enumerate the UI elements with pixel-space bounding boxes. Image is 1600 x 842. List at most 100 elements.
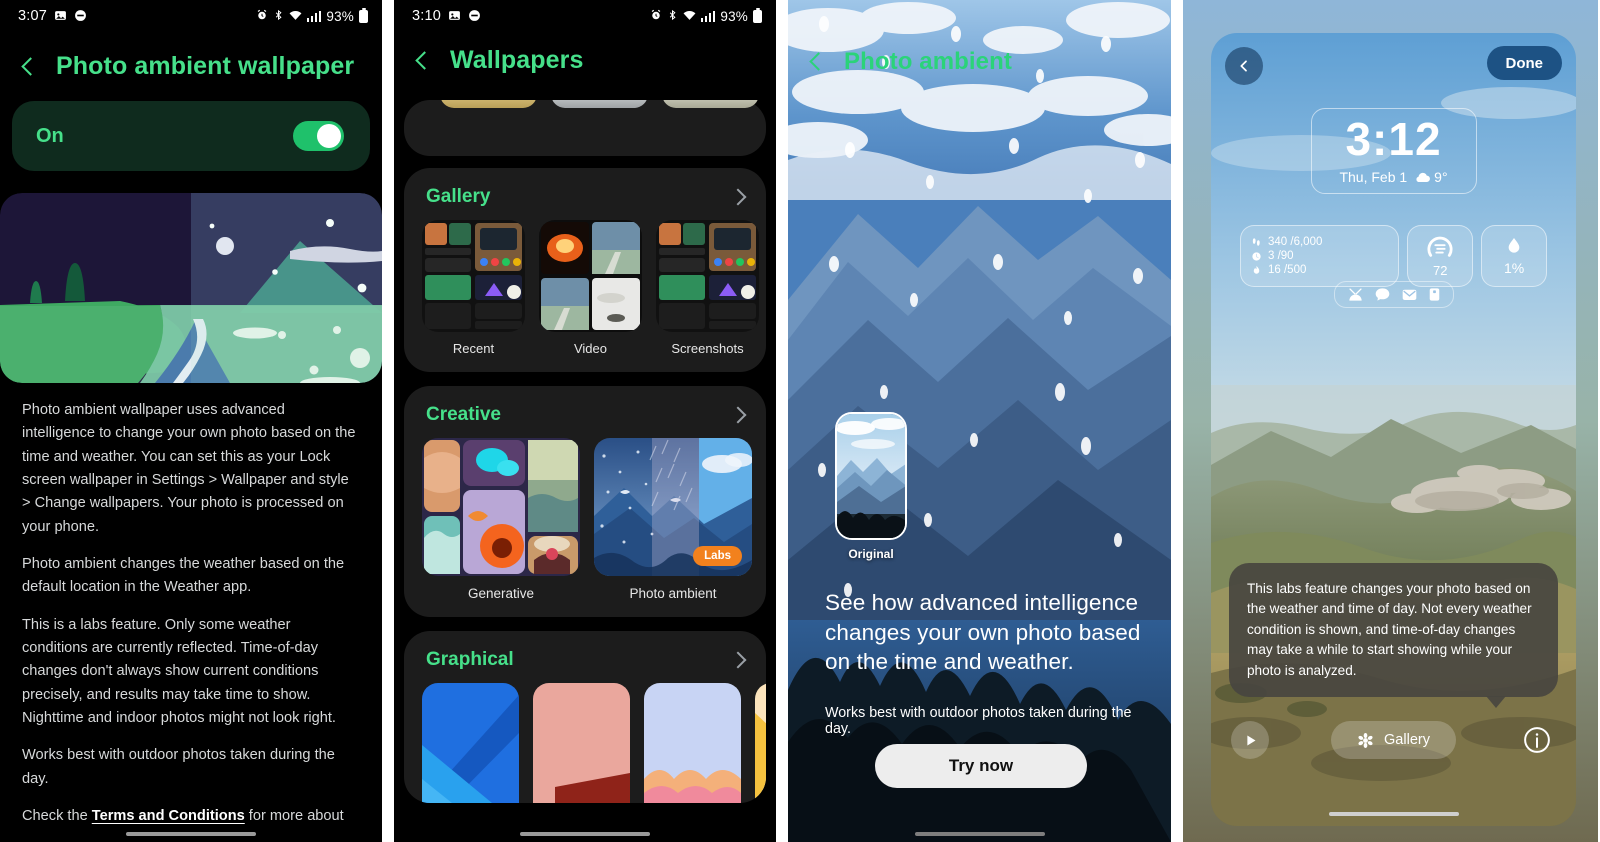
thumbnail (656, 220, 759, 332)
status-bar-left: 3:07 (18, 8, 87, 24)
panel-divider-1 (382, 0, 394, 842)
photo-ambient-toggle-row[interactable]: On (12, 101, 370, 171)
back-button[interactable] (1225, 47, 1263, 85)
clock-widget[interactable]: 3:12 Thu, Feb 1 9° (1310, 108, 1477, 194)
nav-gesture-bar-4 (1211, 811, 1576, 816)
thumbnail-art (644, 683, 741, 803)
image-icon (448, 9, 461, 24)
screenshot-stage: 3:07 93% Photo ambient wallpaper On Phot… (0, 0, 1600, 842)
gallery-thumb-row[interactable]: Recent Video Screenshots (404, 220, 766, 372)
graphical-item[interactable] (644, 683, 741, 803)
chat-icon[interactable] (1374, 287, 1391, 302)
section-title: Gallery (426, 186, 491, 207)
gallery-button[interactable]: Gallery (1331, 721, 1456, 759)
back-icon[interactable] (18, 56, 40, 78)
section-gallery-header[interactable]: Gallery (404, 168, 766, 220)
battery-percent: 93% (326, 8, 354, 24)
original-label: Original (848, 547, 894, 561)
info-button[interactable] (1518, 721, 1556, 759)
creative-thumb-row[interactable]: Generative Labs Photo ambient (404, 438, 766, 617)
mail-icon[interactable] (1401, 287, 1418, 302)
lockscreen-widget-row: 340 /6,000 3 /90 16 /500 72 1% (1240, 225, 1547, 287)
humidity-value: 1% (1503, 260, 1525, 276)
section-graphical-header[interactable]: Graphical (404, 631, 766, 683)
creative-item-photo-ambient[interactable]: Labs Photo ambient (594, 438, 752, 601)
promo-subtext: Works best with outdoor photos taken dur… (825, 705, 1132, 738)
done-button[interactable]: Done (1486, 46, 1562, 80)
nav-pill[interactable] (126, 831, 256, 836)
back-icon[interactable] (806, 51, 828, 73)
status-time: 3:07 (18, 8, 48, 24)
fitness-value: 3 /90 (1268, 250, 1294, 262)
panel-divider-3 (1171, 0, 1183, 842)
wifi-icon (683, 10, 696, 23)
section-creative-header[interactable]: Creative (404, 386, 766, 438)
bluetooth-icon (667, 9, 678, 23)
original-thumbnail (835, 412, 907, 540)
play-icon (1246, 735, 1255, 745)
photo-ambient-switch[interactable] (293, 121, 344, 151)
panel-photo-ambient-settings: 3:07 93% Photo ambient wallpaper On Phot… (0, 0, 382, 842)
chevron-left-icon (1240, 60, 1247, 72)
air-quality-value: 72 (1433, 263, 1448, 278)
creative-item-generative[interactable]: Generative (422, 438, 580, 601)
scrolled-section-peek (394, 94, 776, 170)
status-bar: 3:07 93% (0, 0, 382, 32)
page-title: Photo ambient (844, 48, 1012, 75)
panel-divider-2 (776, 0, 788, 842)
wallpaper-preview-illustration (0, 193, 382, 383)
gallery-item-screenshots[interactable]: Screenshots (656, 220, 759, 356)
creative-item-label: Photo ambient (629, 586, 717, 601)
thumbnail (422, 220, 525, 332)
wifi-icon (289, 10, 302, 23)
graphical-item[interactable] (533, 683, 630, 803)
graphical-thumb-row[interactable] (404, 683, 766, 803)
play-button[interactable] (1231, 721, 1269, 759)
phone-icon[interactable] (1428, 287, 1441, 302)
graphical-item[interactable] (755, 683, 766, 803)
calories-icon (1253, 265, 1260, 274)
status-bar-left: 3:10 (412, 8, 481, 24)
panel2-bottom-mask (394, 816, 776, 842)
dnd-icon (468, 9, 481, 24)
fitness-value: 16 /500 (1268, 264, 1307, 276)
thumbnail-art (755, 683, 766, 803)
clock-date: Thu, Feb 1 (1339, 169, 1408, 185)
try-now-button[interactable]: Try now (875, 744, 1087, 788)
section-title: Creative (426, 404, 501, 425)
humidity-widget[interactable]: 1% (1481, 225, 1547, 287)
contacts-icon[interactable] (1347, 287, 1364, 302)
nav-pill[interactable] (914, 831, 1045, 836)
signal-icon (306, 10, 322, 22)
graphical-item[interactable] (422, 683, 519, 803)
nav-pill[interactable] (1328, 811, 1459, 816)
status-bar: 3:10 93% (394, 0, 776, 32)
nav-gesture-bar-2 (394, 831, 776, 836)
air-quality-widget[interactable]: 72 (1407, 225, 1474, 287)
chevron-right-icon[interactable] (729, 406, 747, 424)
nav-gesture-bar-3 (788, 831, 1171, 836)
page-header: Photo ambient (806, 48, 1012, 76)
chevron-right-icon[interactable] (729, 651, 747, 669)
gallery-item-video[interactable]: Video (539, 220, 642, 356)
gallery-item-recent[interactable]: Recent (422, 220, 525, 356)
paragraph-3: This is a labs feature. Only some weathe… (22, 616, 336, 727)
terms-and-conditions-link[interactable]: Terms and Conditions (92, 808, 245, 824)
back-icon[interactable] (412, 50, 434, 72)
paragraph-1: Photo ambient wallpaper uses advanced in… (22, 402, 356, 535)
promo-copy: See how advanced intelligence changes yo… (825, 588, 1141, 737)
status-bar-right: 93% (650, 7, 762, 24)
nav-pill[interactable] (520, 831, 650, 836)
page-header: Photo ambient wallpaper (0, 32, 382, 99)
creative-item-label: Generative (467, 586, 535, 601)
chevron-right-icon[interactable] (729, 188, 747, 206)
thumbnail-art (422, 683, 519, 803)
thumbnail (422, 438, 580, 576)
wallpaper-preview-svg (0, 193, 382, 383)
time-icon (1252, 251, 1261, 261)
original-photo-chip[interactable]: Original (835, 412, 907, 561)
panel2-header: 3:10 93% Wallpapers (394, 0, 776, 100)
info-icon (1524, 727, 1550, 753)
cloud-icon (1416, 172, 1431, 182)
fitness-widget[interactable]: 340 /6,000 3 /90 16 /500 (1240, 225, 1400, 287)
